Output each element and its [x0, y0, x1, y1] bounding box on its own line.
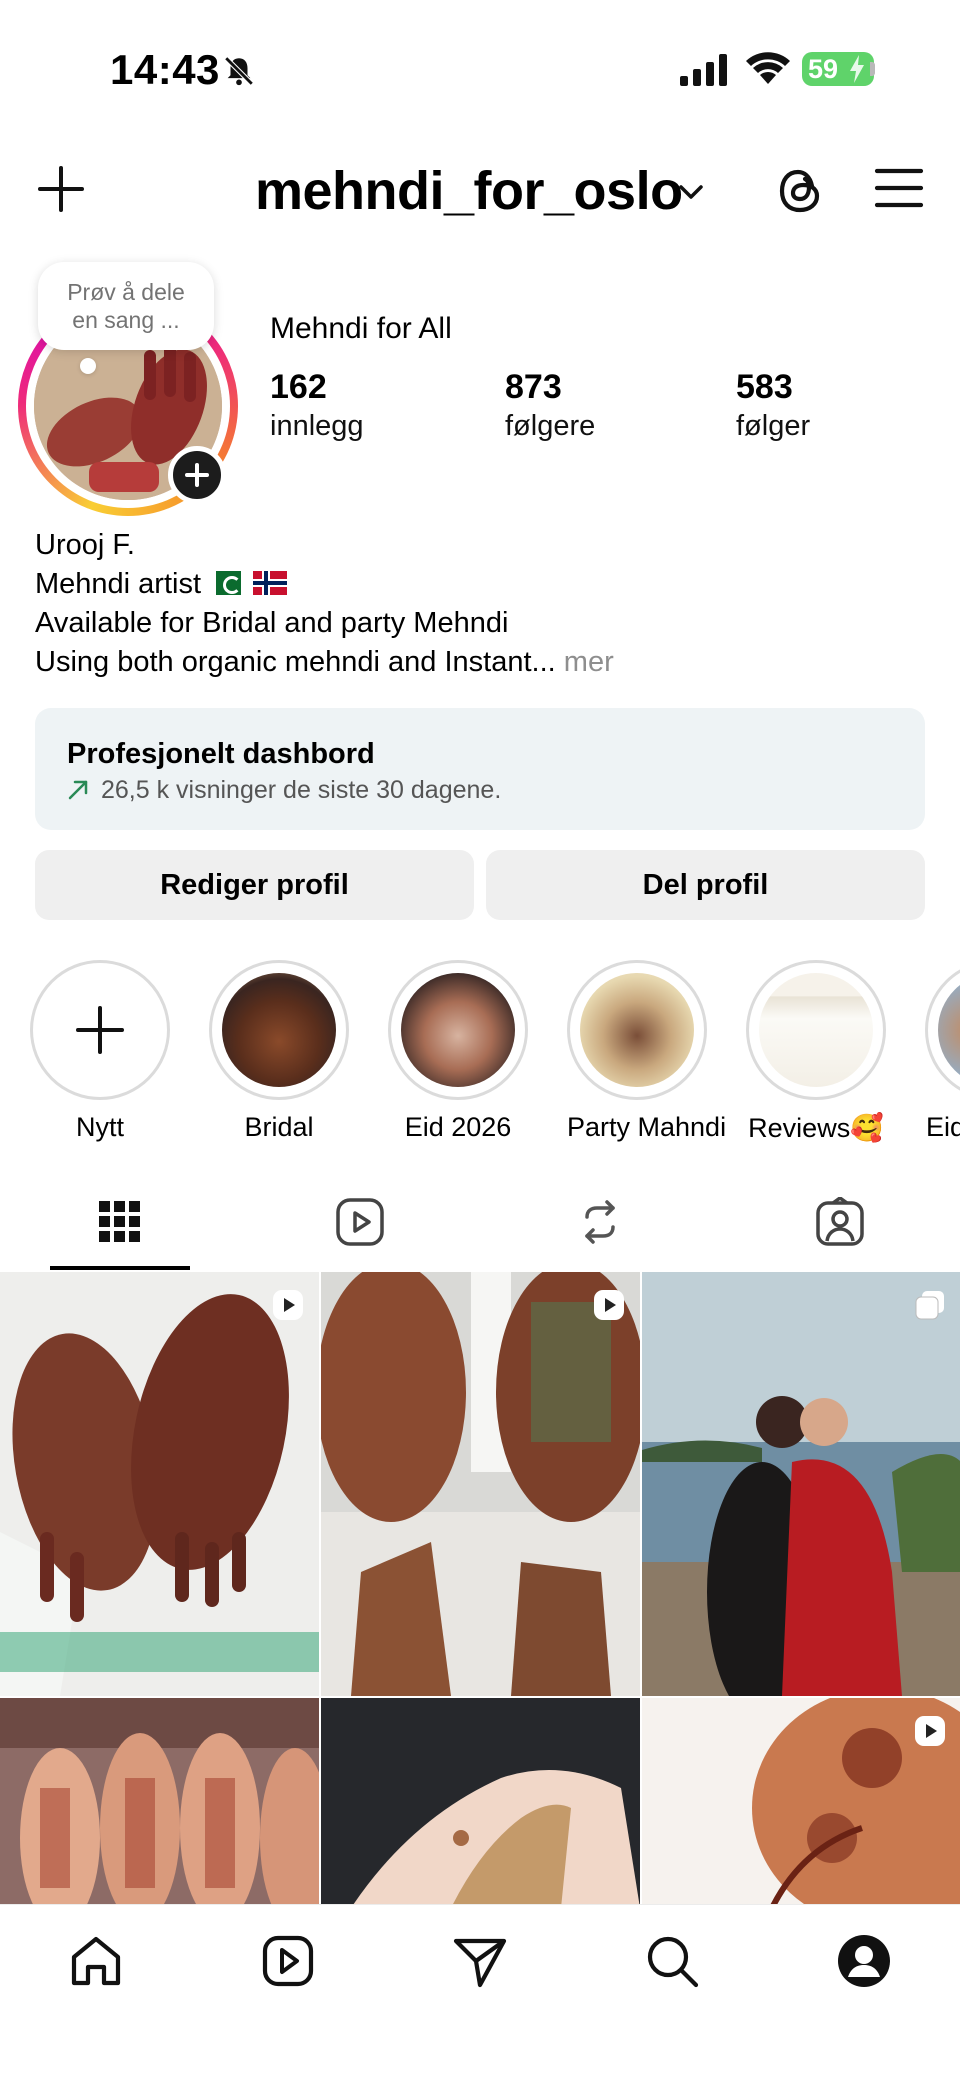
stat-followers-label: følgere [505, 410, 596, 442]
grid-icon [99, 1201, 140, 1242]
tagged-icon [816, 1197, 864, 1246]
status-bar: 14:43 59 [0, 0, 960, 140]
post-thumbnail[interactable] [316, 1272, 646, 1696]
highlight-eid[interactable]: Eid [925, 960, 960, 1143]
tab-grid[interactable] [0, 1172, 240, 1272]
edit-profile-button[interactable]: Rediger profil [35, 850, 474, 920]
display-name: Mehndi for All [270, 312, 452, 345]
dashboard-subtitle: 26,5 k visninger de siste 30 dagene. [67, 774, 925, 806]
highlight-label: Bridal [244, 1112, 314, 1142]
tab-reposts[interactable] [480, 1172, 720, 1272]
highlight-cover [938, 973, 960, 1087]
bio-line-role: Mehndi artist [35, 565, 614, 604]
battery-level: 59 [808, 53, 839, 84]
battery-cap [870, 62, 875, 76]
wifi-icon [746, 52, 790, 84]
post-image [316, 1272, 646, 1696]
carousel-badge-icon [915, 1291, 944, 1320]
dashboard-title: Profesjonelt dashbord [67, 738, 375, 770]
profile-icon[interactable] [834, 1931, 894, 1991]
bottom-navigation [0, 1904, 960, 2086]
bio-more-link[interactable]: mer [564, 646, 614, 678]
norway-flag-icon [253, 571, 288, 595]
bell-slash-icon [224, 56, 254, 86]
highlight-cover [759, 973, 873, 1087]
active-tab-indicator [50, 1266, 190, 1270]
posts-grid [0, 1272, 960, 1904]
tab-tagged[interactable] [720, 1172, 960, 1272]
reel-badge-icon [273, 1290, 303, 1320]
content-tabs [0, 1172, 960, 1272]
highlight-new[interactable]: Nytt [30, 960, 170, 1143]
reel-badge-icon [915, 1716, 945, 1746]
stat-following-label: følger [736, 410, 811, 442]
plus-icon [76, 1006, 124, 1054]
bio-line-products: Using both organic mehndi and Instant...… [35, 646, 614, 678]
post-image [321, 1698, 640, 1904]
highlight-eid-2026[interactable]: Eid 2026 [388, 960, 528, 1143]
bio-line-availability: Available for Bridal and party Mehndi [35, 607, 509, 639]
post-thumbnail[interactable] [321, 1698, 640, 1904]
post-thumbnail[interactable] [0, 1698, 330, 1904]
highlight-bridal[interactable]: Bridal [209, 960, 349, 1143]
stat-posts-label: innlegg [270, 410, 364, 442]
post-thumbnail[interactable] [642, 1272, 960, 1722]
search-icon[interactable] [642, 1931, 702, 1991]
highlight-label: Eid [926, 1112, 960, 1142]
note-bubble[interactable]: Prøv å dele en sang ... [38, 262, 214, 350]
stat-followers-value: 873 [505, 368, 562, 406]
home-icon[interactable] [66, 1931, 126, 1991]
reels-icon [336, 1198, 384, 1246]
trend-up-icon [68, 780, 88, 800]
highlight-cover [580, 973, 694, 1087]
reels-icon[interactable] [258, 1931, 318, 1991]
highlight-cover [222, 973, 336, 1087]
post-image [642, 1272, 960, 1722]
highlight-reviews[interactable]: Reviews🥰 [746, 960, 886, 1144]
plus-icon [185, 463, 209, 487]
professional-dashboard[interactable]: Profesjonelt dashbord 26,5 k visninger d… [35, 708, 925, 830]
status-time: 14:43 [110, 46, 220, 93]
share-profile-button[interactable]: Del profil [486, 850, 925, 920]
pakistan-flag-icon [207, 571, 242, 595]
reposts-icon [585, 1200, 615, 1244]
post-image [0, 1698, 330, 1904]
highlight-label: Nytt [75, 1112, 124, 1142]
profile-bio: Urooj F. Mehndi artist Available for Bri… [35, 526, 614, 682]
highlight-label: Eid 2026 [404, 1112, 512, 1142]
stat-followers[interactable]: 873 følgere [505, 366, 595, 444]
tab-reels[interactable] [240, 1172, 480, 1272]
post-thumbnail[interactable] [642, 1688, 960, 1904]
profile-header: mehndi_for_oslo [0, 140, 960, 250]
note-text-line1: Prøv å dele [67, 279, 185, 305]
account-username[interactable]: mehndi_for_oslo [255, 160, 683, 222]
menu-icon[interactable] [874, 166, 924, 210]
highlight-party-mahndi[interactable]: Party Mahndi [567, 960, 727, 1143]
highlight-label: Party Mahndi [567, 1112, 727, 1142]
chevron-down-icon[interactable] [676, 180, 706, 204]
add-story-button[interactable] [168, 446, 226, 504]
post-image [0, 1272, 319, 1696]
bio-line-name: Urooj F. [35, 529, 135, 561]
note-text-line2: en sang ... [72, 307, 180, 333]
stat-following-value: 583 [736, 368, 793, 406]
highlight-label: Reviews🥰 [748, 1113, 884, 1143]
stat-following[interactable]: 583 følger [736, 366, 810, 444]
stat-posts[interactable]: 162 innlegg [270, 366, 364, 444]
send-icon[interactable] [450, 1931, 510, 1991]
highlight-cover [401, 973, 515, 1087]
stat-posts-value: 162 [270, 368, 327, 406]
charging-bolt-icon [850, 55, 864, 83]
threads-icon[interactable] [776, 166, 826, 216]
post-thumbnail[interactable] [0, 1272, 319, 1696]
note-tail [80, 358, 96, 374]
plus-icon[interactable] [36, 164, 86, 214]
signal-icon [680, 54, 727, 86]
reel-badge-icon [594, 1290, 624, 1320]
